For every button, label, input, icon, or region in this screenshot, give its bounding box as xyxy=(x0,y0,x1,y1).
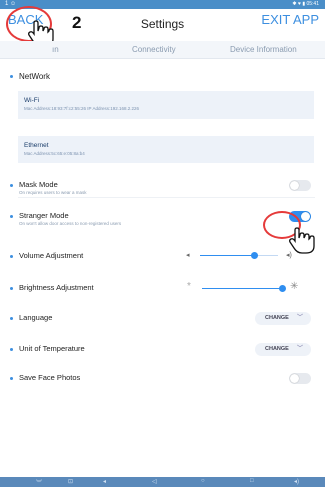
collapse-icon[interactable]: ︾ xyxy=(36,478,42,487)
stranger-mode-label: Stranger Mode xyxy=(10,211,69,220)
stranger-mode-description: On won't allow door access to non-regist… xyxy=(19,221,122,226)
brightness-slider-thumb[interactable] xyxy=(278,285,286,292)
brightness-label: Brightness Adjustment xyxy=(10,283,94,292)
wifi-card[interactable]: Wi-Fi Mac Address:18:93:7f:c2:55:26 IP A… xyxy=(18,91,314,119)
brightness-text: Brightness Adjustment xyxy=(19,283,94,292)
chevron-down-icon: ﹀ xyxy=(296,346,303,352)
bullet-dot xyxy=(10,214,13,218)
toggle-knob xyxy=(290,374,299,383)
volume-text: Volume Adjustment xyxy=(19,251,84,260)
back-icon[interactable]: ◁ xyxy=(152,478,157,485)
language-change-button[interactable]: CHANGE ﹀ xyxy=(255,312,311,325)
mask-mode-label: Mask Mode xyxy=(10,180,58,189)
brightness-row: Brightness Adjustment * ✳ xyxy=(0,273,325,301)
ethernet-details: Mac Address:5c:65:e:05:8a:b4 xyxy=(24,151,85,156)
temperature-text: Unit of Temperature xyxy=(19,344,85,353)
ethernet-title: Ethernet xyxy=(24,142,49,149)
toggle-knob xyxy=(290,181,299,190)
bullet-dot xyxy=(10,316,13,320)
wifi-title: Wi-Fi xyxy=(24,97,40,104)
volume-slider[interactable] xyxy=(200,252,278,259)
tab-connectivity[interactable]: Connectivity xyxy=(132,45,176,54)
android-nav-bar: ︾ ⊡ ◂ ◁ ○ □ ◂) xyxy=(0,477,325,487)
hand-cursor-icon xyxy=(289,227,315,254)
volume-slider-fill xyxy=(200,255,255,256)
exit-app-button[interactable]: EXIT APP xyxy=(261,12,319,27)
bullet-dot xyxy=(10,376,13,380)
bullet-dot xyxy=(10,183,13,187)
language-label: Language xyxy=(10,313,52,322)
temperature-change-button[interactable]: CHANGE ﹀ xyxy=(255,343,311,356)
divider xyxy=(18,197,315,198)
save-face-photos-toggle[interactable] xyxy=(289,373,311,384)
save-face-photos-row: Save Face Photos xyxy=(0,363,325,391)
bullet-dot xyxy=(10,254,13,258)
language-change-label: CHANGE xyxy=(265,315,289,321)
temperature-row: Unit of Temperature CHANGE ﹀ xyxy=(0,334,325,362)
temperature-label: Unit of Temperature xyxy=(10,344,85,353)
stranger-mode-text: Stranger Mode xyxy=(19,211,69,220)
language-row: Language CHANGE ﹀ xyxy=(0,303,325,331)
bullet-dot xyxy=(10,75,13,79)
brightness-low-icon: * xyxy=(187,281,191,292)
mask-mode-row: Mask Mode On requires users to wear a ma… xyxy=(0,170,325,198)
network-heading-label: NetWork xyxy=(19,72,50,81)
bullet-dot xyxy=(10,347,13,351)
volume-down-icon[interactable]: ◂ xyxy=(103,478,106,485)
volume-row: Volume Adjustment ◂ ◂) xyxy=(0,243,325,271)
network-heading: NetWork xyxy=(10,72,50,81)
volume-slider-thumb[interactable] xyxy=(251,252,259,259)
volume-label: Volume Adjustment xyxy=(10,251,83,260)
save-face-photos-text: Save Face Photos xyxy=(19,373,81,382)
brightness-slider-fill xyxy=(202,288,282,289)
mask-mode-toggle[interactable] xyxy=(289,180,311,191)
brightness-slider[interactable] xyxy=(202,285,286,292)
mask-mode-text: Mask Mode xyxy=(19,180,58,189)
home-icon[interactable]: ○ xyxy=(201,478,205,484)
settings-content: NetWork Wi-Fi Mac Address:18:93:7f:c2:55… xyxy=(0,59,325,457)
volume-up-icon[interactable]: ◂) xyxy=(294,478,299,485)
recents-icon[interactable]: □ xyxy=(250,478,254,484)
tab-device-information[interactable]: Device Information xyxy=(230,45,297,54)
status-left: 1 ☺ xyxy=(5,1,17,7)
language-text: Language xyxy=(19,313,53,322)
brightness-high-icon: ✳ xyxy=(290,281,299,292)
chevron-down-icon: ﹀ xyxy=(296,315,303,321)
save-face-photos-label: Save Face Photos xyxy=(10,373,80,382)
ethernet-card[interactable]: Ethernet Mac Address:5c:65:e:05:8a:b4 xyxy=(18,136,314,163)
status-bar: 1 ☺ ✱ ♥ ▮ 05:41 xyxy=(0,0,325,9)
mask-mode-description: On requires users to wear a mask xyxy=(19,190,87,195)
step-number: 2 xyxy=(72,13,82,32)
temperature-change-label: CHANGE xyxy=(265,346,289,352)
bullet-dot xyxy=(10,286,13,290)
wifi-details: Mac Address:18:93:7f:c2:55:26 IP Address… xyxy=(24,106,139,111)
status-right: ✱ ♥ ▮ 05:41 xyxy=(292,1,319,7)
volume-low-icon: ◂ xyxy=(186,252,190,259)
tab-general[interactable]: ın xyxy=(52,45,59,54)
tab-bar: ın Connectivity Device Information xyxy=(0,41,325,59)
screenshot-icon[interactable]: ⊡ xyxy=(68,478,73,485)
toggle-knob xyxy=(301,212,310,221)
